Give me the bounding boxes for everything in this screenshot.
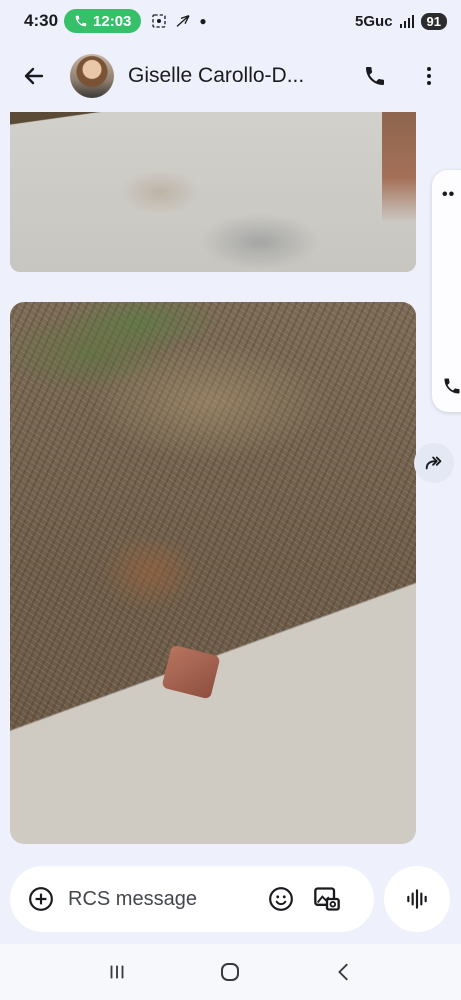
status-right: 5Guc 91 — [355, 12, 447, 30]
forward-button[interactable] — [414, 443, 454, 483]
message-composer — [10, 866, 374, 932]
status-time: 4:30 — [24, 11, 59, 30]
phone-icon[interactable] — [442, 376, 461, 396]
home-button[interactable] — [210, 952, 250, 992]
message-list[interactable] — [0, 112, 461, 858]
voice-wave-icon — [407, 889, 427, 909]
emoji-button[interactable] — [264, 882, 298, 916]
send-arrow-icon — [176, 15, 191, 27]
more-horiz-icon[interactable]: •• — [442, 186, 455, 204]
notification-icons: ● — [151, 13, 207, 29]
signal-icon — [399, 15, 414, 28]
recents-button[interactable] — [97, 952, 137, 992]
emoji-icon — [269, 887, 293, 911]
message-input[interactable] — [68, 887, 258, 911]
more-options-button[interactable] — [411, 58, 447, 94]
phone-icon — [366, 67, 384, 85]
back-button[interactable] — [14, 56, 54, 96]
network-label: 5Guc — [355, 12, 393, 30]
add-circle-icon — [29, 887, 53, 911]
battery-level: 91 — [420, 12, 447, 30]
phone-small-icon — [75, 15, 87, 27]
call-button[interactable] — [357, 58, 393, 94]
contact-avatar[interactable] — [70, 54, 114, 98]
home-icon — [221, 963, 240, 981]
image-message[interactable] — [10, 302, 416, 844]
gallery-icon — [314, 887, 340, 911]
dot-icon: ● — [199, 14, 207, 28]
photo-detail — [382, 112, 416, 222]
photo-detail — [161, 644, 221, 700]
status-bar: 4:30 12:03 ● 5Guc 91 — [0, 0, 461, 42]
more-vert-icon — [427, 67, 431, 85]
nav-back-button[interactable] — [324, 952, 364, 992]
forward-icon — [425, 456, 442, 470]
voice-message-button[interactable] — [384, 866, 450, 932]
conversation-header: Giselle Carollo-D... — [0, 48, 461, 104]
contact-name[interactable]: Giselle Carollo-D... — [128, 64, 328, 88]
recents-icon — [110, 965, 124, 979]
back-arrow-icon — [24, 67, 44, 85]
add-attachment-button[interactable] — [24, 882, 58, 916]
ongoing-call-pill[interactable]: 12:03 — [64, 9, 142, 33]
image-message[interactable] — [10, 112, 416, 272]
nav-back-icon — [338, 963, 348, 981]
screen-record-icon — [152, 14, 167, 28]
gallery-button[interactable] — [310, 882, 344, 916]
side-panel[interactable]: •• — [432, 170, 461, 412]
system-nav-bar — [0, 944, 461, 1000]
call-timer: 12:03 — [93, 12, 132, 30]
